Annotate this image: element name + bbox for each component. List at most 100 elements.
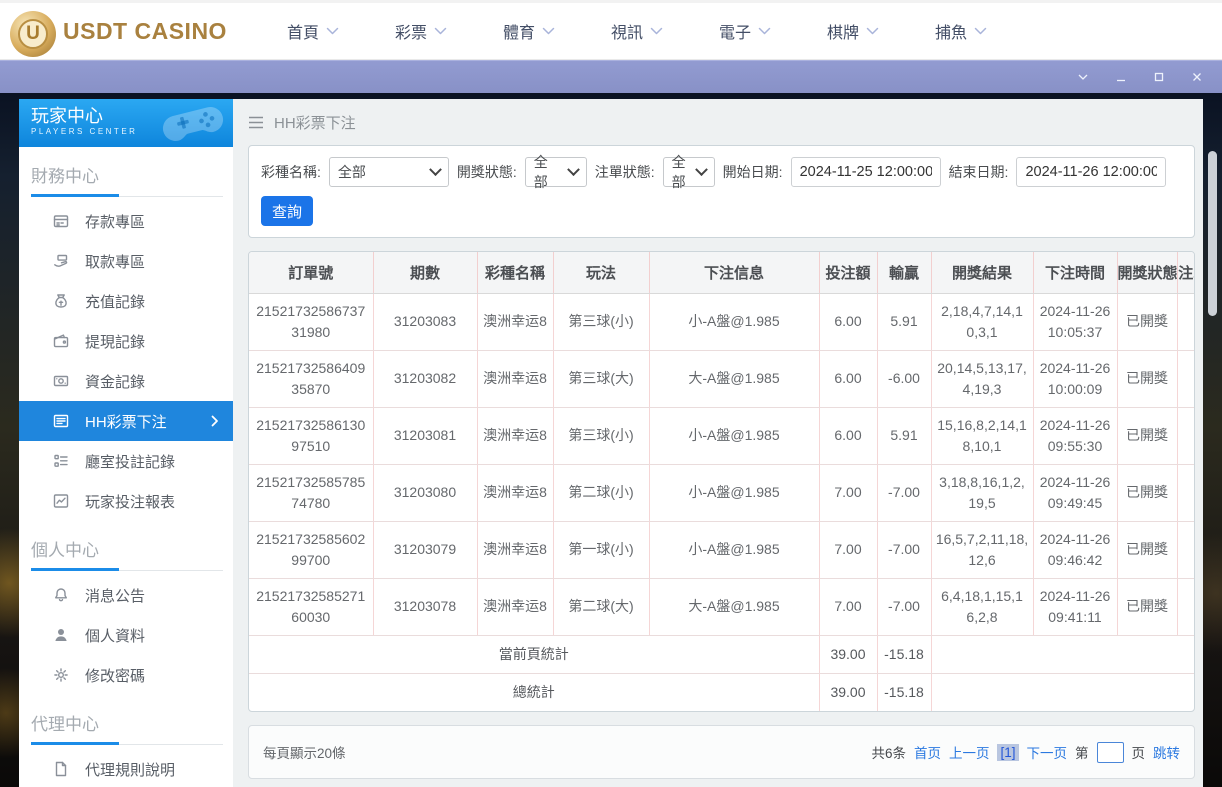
cell-order-no: 2152173258640935870 xyxy=(249,350,373,407)
sidebar-item-funds-record[interactable]: 資金記錄 xyxy=(19,361,233,401)
site-header: U USDT CASINO 首頁 彩票 體育 視訊 電子 棋牌 捕魚 xyxy=(0,0,1222,60)
nav-item-label: 電子 xyxy=(719,19,751,43)
nav-item-label: 視訊 xyxy=(611,19,643,43)
cell-period: 31203080 xyxy=(373,464,477,521)
order-status-select-value: 全部 xyxy=(672,152,687,192)
pager: 共6条 首页 上一页 [1] 下一页 第 页 跳转 xyxy=(871,742,1180,763)
col-header-draw-status: 開獎狀態 xyxy=(1117,252,1177,293)
cell-bet-time: 2024-11-26 09:41:11 xyxy=(1033,578,1117,635)
sidebar-item-change-password[interactable]: 修改密碼 xyxy=(19,655,233,695)
nav-item-cards[interactable]: 棋牌 xyxy=(827,19,879,43)
close-icon[interactable] xyxy=(1190,70,1204,84)
maximize-icon[interactable] xyxy=(1152,70,1166,84)
bet-table-panel: 訂單號期數彩種名稱玩法下注信息投注額輸贏開獎結果下注時間開獎狀態注單狀態 215… xyxy=(248,251,1195,712)
screen: U USDT CASINO 首頁 彩票 體育 視訊 電子 棋牌 捕魚 xyxy=(0,0,1222,787)
sidebar-item-player-bet-report[interactable]: 玩家投注報表 xyxy=(19,481,233,521)
sidebar-sections: 財務中心存款專區取款專區充值記錄提現記錄資金記錄HH彩票下注廳室投註記錄玩家投注… xyxy=(19,147,233,787)
filter-panel: 彩種名稱: 全部 開獎狀態: 全部 注單狀態: 全部 開始 xyxy=(248,145,1195,238)
cell-bet-amount: 7.00 xyxy=(819,521,877,578)
wallet-icon xyxy=(52,332,70,350)
end-date-input[interactable] xyxy=(1016,157,1166,187)
sidebar-item-withdrawal-record[interactable]: 提現記錄 xyxy=(19,321,233,361)
sidebar-item-deposit[interactable]: 存款專區 xyxy=(19,201,233,241)
minimize-icon[interactable] xyxy=(1114,70,1128,84)
cell-bet-amount: 7.00 xyxy=(819,578,877,635)
jump-action-link[interactable]: 跳转 xyxy=(1153,742,1180,762)
cell-play-type: 第三球(大) xyxy=(553,350,649,407)
cell-bet-amount: 6.00 xyxy=(819,293,877,350)
sidebar-item-agent-rules[interactable]: 代理規則說明 xyxy=(19,749,233,787)
col-header-draw-result: 開獎結果 xyxy=(931,252,1033,293)
col-header-bet-time: 下注時間 xyxy=(1033,252,1117,293)
cell-win-loss: -7.00 xyxy=(877,578,931,635)
deposit-icon xyxy=(52,212,70,230)
cell-order-no: 2152173258560299700 xyxy=(249,521,373,578)
start-date-input[interactable] xyxy=(791,157,941,187)
summary-row: 總統計39.00-15.18 xyxy=(249,673,1195,711)
sidebar-item-hall-bet-record[interactable]: 廳室投註記錄 xyxy=(19,441,233,481)
sidebar-item-label: 資金記錄 xyxy=(85,371,145,392)
draw-status-select[interactable]: 全部 xyxy=(525,157,587,187)
sidebar-item-label: 玩家投注報表 xyxy=(85,491,175,512)
col-header-lottery-name: 彩種名稱 xyxy=(477,252,553,293)
chevron-down-icon xyxy=(429,163,442,176)
cell-bet-time: 2024-11-26 10:05:37 xyxy=(1033,293,1117,350)
current-page: [1] xyxy=(997,744,1018,761)
cell-play-type: 第二球(小) xyxy=(553,464,649,521)
nav-item-fishing[interactable]: 捕魚 xyxy=(935,19,987,43)
cell-period: 31203083 xyxy=(373,293,477,350)
cell-order-status: 有效 xyxy=(1177,350,1195,407)
sidebar-item-hh-lottery-bet[interactable]: HH彩票下注 xyxy=(19,401,233,441)
person-icon xyxy=(52,626,70,644)
col-header-win-loss: 輸贏 xyxy=(877,252,931,293)
chevron-down-icon xyxy=(650,27,663,35)
chevron-down-icon xyxy=(695,163,708,176)
sidebar-item-announcements[interactable]: 消息公告 xyxy=(19,575,233,615)
coin-logo-icon: U xyxy=(10,11,56,57)
scrollbar-thumb[interactable] xyxy=(1208,151,1217,316)
cell-lottery-name: 澳洲幸运8 xyxy=(477,578,553,635)
prev-page-link[interactable]: 上一页 xyxy=(949,742,990,762)
nav-item-home[interactable]: 首頁 xyxy=(287,19,339,43)
sidebar: 玩家中心 PLAYERS CENTER 財務中心存款專區取款專區充值記錄提現記錄… xyxy=(19,99,233,787)
site-logo[interactable]: U USDT CASINO xyxy=(10,8,227,54)
sidebar-item-withdraw[interactable]: 取款專區 xyxy=(19,241,233,281)
cell-play-type: 第二球(大) xyxy=(553,578,649,635)
nav-item-live[interactable]: 視訊 xyxy=(611,19,663,43)
cell-win-loss: 5.91 xyxy=(877,293,931,350)
cell-bet-amount: 6.00 xyxy=(819,407,877,464)
cell-order-status: 有效 xyxy=(1177,521,1195,578)
chevron-right-icon xyxy=(211,415,219,427)
cell-order-status: 有效 xyxy=(1177,293,1195,350)
withdraw-icon xyxy=(52,252,70,270)
nav-item-slots[interactable]: 電子 xyxy=(719,19,771,43)
cell-draw-status: 已開獎 xyxy=(1117,464,1177,521)
nav-item-label: 體育 xyxy=(503,19,535,43)
cell-draw-status: 已開獎 xyxy=(1117,293,1177,350)
cell-win-loss: -6.00 xyxy=(877,350,931,407)
search-button[interactable]: 查詢 xyxy=(261,196,313,226)
cell-bet-time: 2024-11-26 09:49:45 xyxy=(1033,464,1117,521)
lottery-select[interactable]: 全部 xyxy=(329,157,449,187)
cell-win-loss: -7.00 xyxy=(877,521,931,578)
jump-page-input[interactable] xyxy=(1097,742,1124,763)
window-dropdown-icon[interactable] xyxy=(1076,70,1090,84)
next-page-link[interactable]: 下一页 xyxy=(1027,742,1068,762)
jump-suffix: 页 xyxy=(1132,742,1146,762)
cell-lottery-name: 澳洲幸运8 xyxy=(477,464,553,521)
nav-item-lottery[interactable]: 彩票 xyxy=(395,19,447,43)
sidebar-item-recharge-record[interactable]: 充值記錄 xyxy=(19,281,233,321)
first-page-link[interactable]: 首页 xyxy=(914,742,941,762)
order-status-select[interactable]: 全部 xyxy=(663,157,715,187)
nav-item-label: 彩票 xyxy=(395,19,427,43)
cell-draw-result: 15,16,8,2,14,18,10,1 xyxy=(931,407,1033,464)
filter-row: 彩種名稱: 全部 開獎狀態: 全部 注單狀態: 全部 開始 xyxy=(261,157,1182,187)
sidebar-item-profile[interactable]: 個人資料 xyxy=(19,615,233,655)
cell-order-no: 2152173258527160030 xyxy=(249,578,373,635)
draw-status-filter-label: 開獎狀態: xyxy=(457,162,517,182)
nav-item-sports[interactable]: 體育 xyxy=(503,19,555,43)
coin-letter: U xyxy=(18,19,48,49)
cell-bet-info: 小-A盤@1.985 xyxy=(649,464,819,521)
hamburger-icon[interactable] xyxy=(248,116,264,129)
chevron-down-icon xyxy=(542,27,555,35)
